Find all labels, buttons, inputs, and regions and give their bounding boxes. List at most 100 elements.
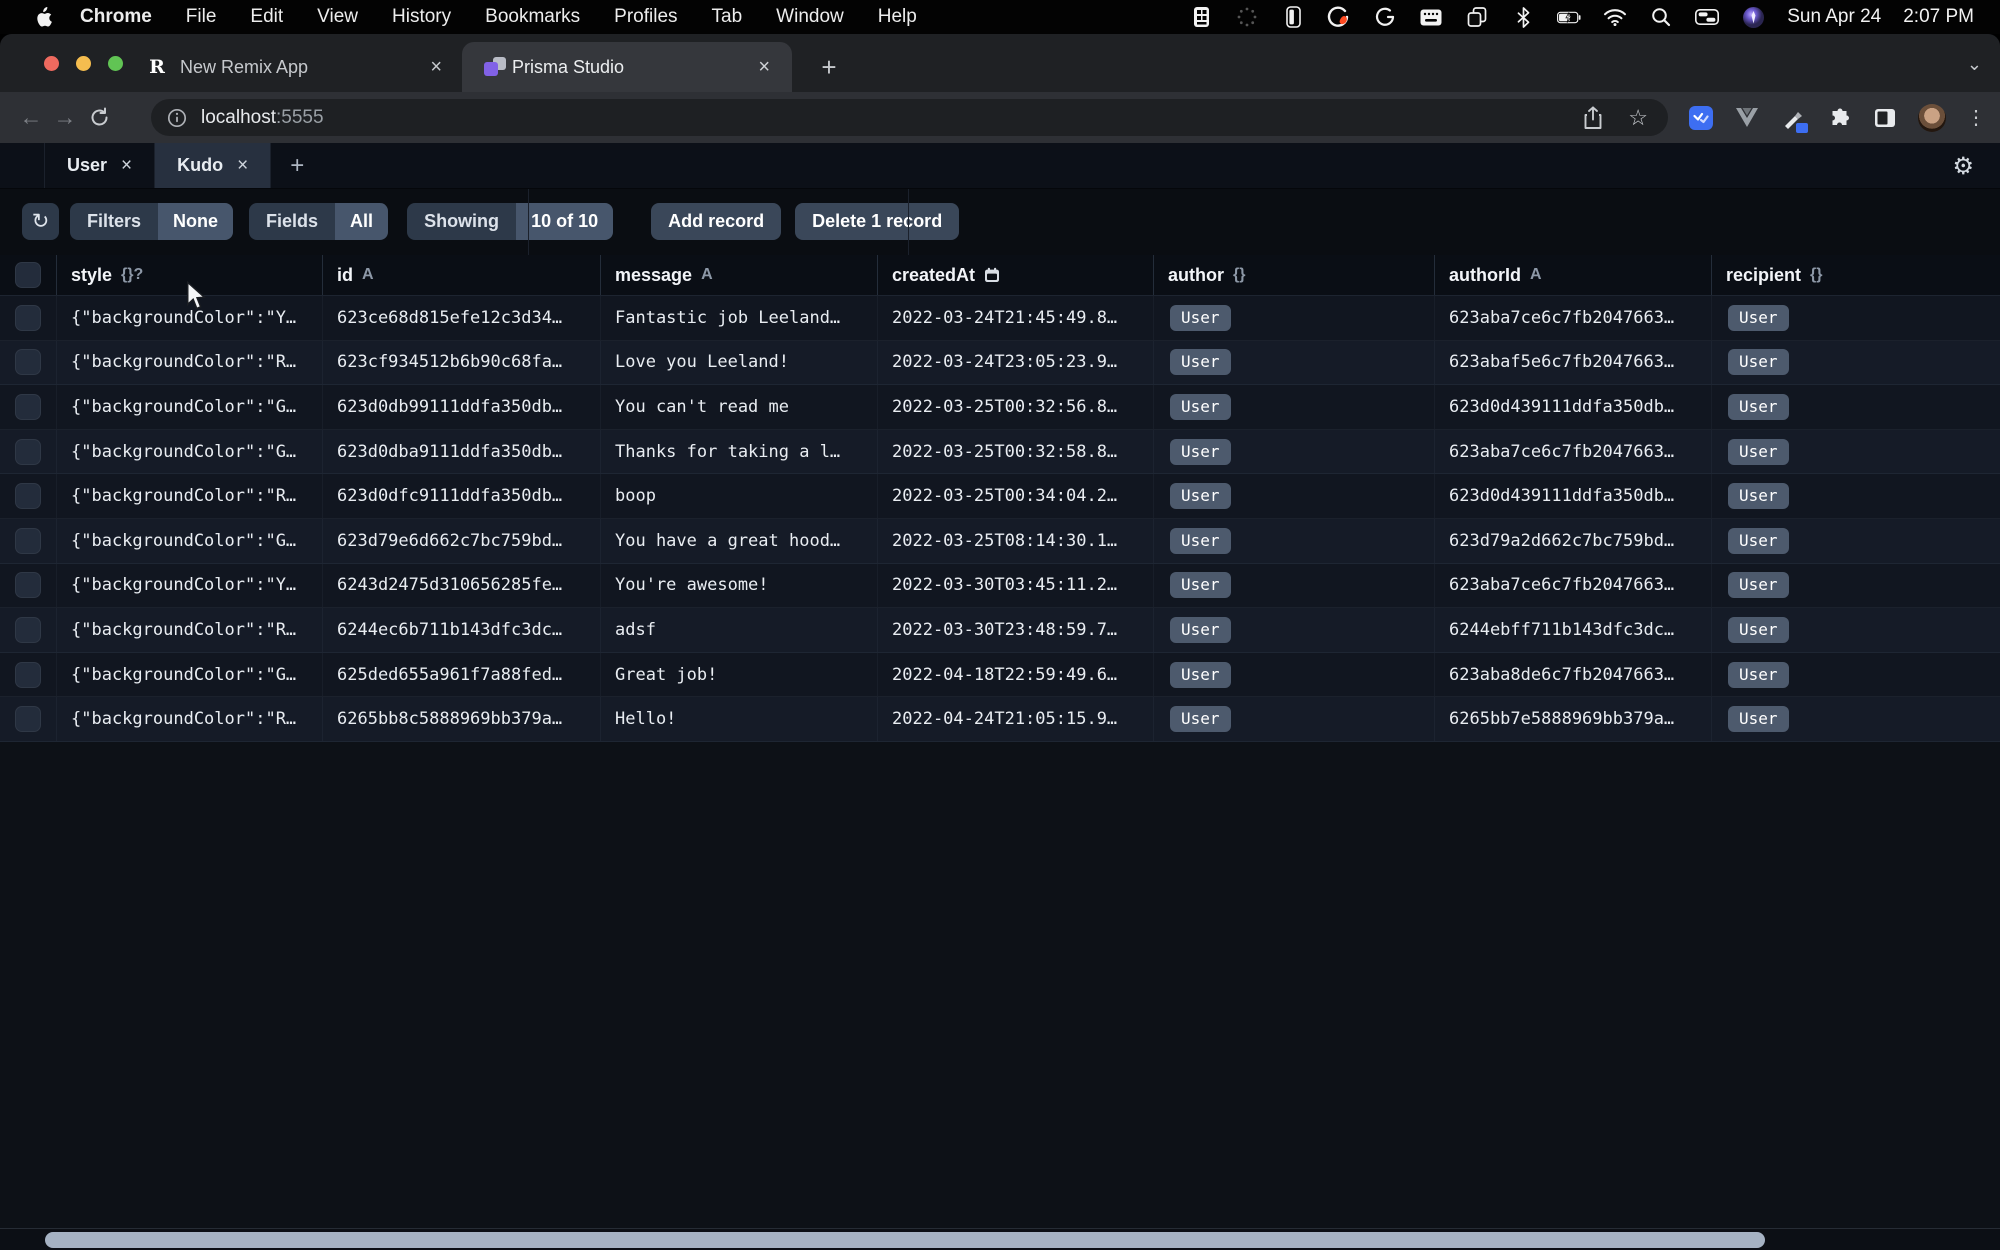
- relation-badge[interactable]: User: [1170, 662, 1231, 688]
- profile-avatar[interactable]: [1918, 104, 1946, 132]
- model-tab-close-icon[interactable]: ×: [237, 155, 248, 177]
- cell-id[interactable]: 625ded655a961f7a88fed…: [322, 653, 600, 697]
- control-center-icon[interactable]: [1695, 5, 1719, 29]
- add-model-tab-button[interactable]: +: [271, 143, 323, 188]
- tab-close-icon[interactable]: ×: [424, 55, 448, 79]
- cell-authorid[interactable]: 623aba7ce6c7fb2047663…: [1434, 296, 1711, 340]
- relation-badge[interactable]: User: [1170, 572, 1231, 598]
- settings-gear-icon[interactable]: ⚙: [1952, 143, 1974, 189]
- cell-style[interactable]: {"backgroundColor":"G…: [56, 519, 322, 563]
- table-row[interactable]: {"backgroundColor":"R…6244ec6b711b143dfc…: [0, 608, 2000, 653]
- fields-control[interactable]: Fields All: [249, 203, 388, 240]
- menubar-item-edit[interactable]: Edit: [250, 6, 283, 28]
- menubar-clock[interactable]: 2:07 PM: [1903, 6, 1974, 28]
- relation-badge[interactable]: User: [1170, 349, 1231, 375]
- browser-menu-icon[interactable]: ⋮: [1966, 105, 1986, 130]
- cell-message[interactable]: Thanks for taking a l…: [600, 430, 877, 474]
- relation-badge[interactable]: User: [1728, 394, 1789, 420]
- row-checkbox[interactable]: [15, 439, 41, 465]
- new-tab-button[interactable]: +: [812, 50, 846, 84]
- cell-message[interactable]: Great job!: [600, 653, 877, 697]
- table-row[interactable]: {"backgroundColor":"R…623d0dfc9111ddfa35…: [0, 474, 2000, 519]
- relation-badge[interactable]: User: [1728, 483, 1789, 509]
- menubar-item-file[interactable]: File: [186, 6, 217, 28]
- table-row[interactable]: {"backgroundColor":"Y…623ce68d815efe12c3…: [0, 296, 2000, 341]
- keyboard-icon[interactable]: [1419, 5, 1443, 29]
- model-tab-close-icon[interactable]: ×: [121, 155, 132, 177]
- column-header-id[interactable]: idA: [322, 255, 600, 295]
- copy-windows-icon[interactable]: [1465, 5, 1489, 29]
- side-panel-icon[interactable]: [1872, 105, 1898, 131]
- horizontal-scrollbar[interactable]: [0, 1228, 2000, 1250]
- row-checkbox[interactable]: [15, 528, 41, 554]
- relation-badge[interactable]: User: [1170, 706, 1231, 732]
- cell-createdat[interactable]: 2022-03-25T00:32:56.8…: [877, 385, 1153, 429]
- relation-badge[interactable]: User: [1170, 483, 1231, 509]
- address-bar[interactable]: localhost:5555 ☆: [151, 99, 1668, 136]
- row-checkbox[interactable]: [15, 349, 41, 375]
- zoom-window-button[interactable]: [108, 56, 123, 71]
- relation-badge[interactable]: User: [1170, 394, 1231, 420]
- cell-style[interactable]: {"backgroundColor":"G…: [56, 385, 322, 429]
- tab-close-icon[interactable]: ×: [752, 55, 776, 79]
- cell-authorid[interactable]: 623aba7ce6c7fb2047663…: [1434, 564, 1711, 608]
- cell-message[interactable]: Love you Leeland!: [600, 341, 877, 385]
- table-row[interactable]: {"backgroundColor":"G…625ded655a961f7a88…: [0, 653, 2000, 698]
- relation-badge[interactable]: User: [1728, 572, 1789, 598]
- relation-badge[interactable]: User: [1728, 617, 1789, 643]
- bluetooth-icon[interactable]: [1511, 5, 1535, 29]
- cell-id[interactable]: 623d79e6d662c7bc759bd…: [322, 519, 600, 563]
- relation-badge[interactable]: User: [1728, 305, 1789, 331]
- table-row[interactable]: {"backgroundColor":"G…623d79e6d662c7bc75…: [0, 519, 2000, 564]
- table-row[interactable]: {"backgroundColor":"Y…6243d2475d31065628…: [0, 564, 2000, 609]
- cell-authorid[interactable]: 623abaf5e6c7fb2047663…: [1434, 341, 1711, 385]
- cell-authorid[interactable]: 623aba8de6c7fb2047663…: [1434, 653, 1711, 697]
- menubar-item-help[interactable]: Help: [878, 6, 917, 28]
- cell-authorid[interactable]: 623d0d439111ddfa350db…: [1434, 474, 1711, 518]
- row-checkbox[interactable]: [15, 662, 41, 688]
- cell-createdat[interactable]: 2022-03-24T23:05:23.9…: [877, 341, 1153, 385]
- model-tab-kudo[interactable]: Kudo ×: [155, 143, 271, 188]
- column-header-createdAt[interactable]: createdAt: [877, 255, 1153, 295]
- cell-message[interactable]: boop: [600, 474, 877, 518]
- table-row[interactable]: {"backgroundColor":"G…623d0dba9111ddfa35…: [0, 430, 2000, 475]
- row-checkbox[interactable]: [15, 394, 41, 420]
- site-info-icon[interactable]: [167, 108, 187, 128]
- menubar-item-view[interactable]: View: [317, 6, 358, 28]
- cell-id[interactable]: 6265bb8c5888969bb379a…: [322, 697, 600, 741]
- cell-authorid[interactable]: 623d79a2d662c7bc759bd…: [1434, 519, 1711, 563]
- row-checkbox[interactable]: [15, 305, 41, 331]
- filters-control[interactable]: Filters None: [70, 203, 233, 240]
- cell-style[interactable]: {"backgroundColor":"R…: [56, 341, 322, 385]
- cell-authorid[interactable]: 6265bb7e5888969bb379a…: [1434, 697, 1711, 741]
- cell-message[interactable]: You have a great hood…: [600, 519, 877, 563]
- battery-charging-icon[interactable]: [1557, 5, 1581, 29]
- circular-arrow-icon[interactable]: [1373, 5, 1397, 29]
- scrollbar-thumb[interactable]: [45, 1232, 1765, 1248]
- password-manager-extension-icon[interactable]: [1688, 105, 1714, 131]
- relation-badge[interactable]: User: [1728, 349, 1789, 375]
- cell-id[interactable]: 623d0dba9111ddfa350db…: [322, 430, 600, 474]
- relation-badge[interactable]: User: [1728, 662, 1789, 688]
- share-icon[interactable]: [1580, 105, 1606, 131]
- cell-id[interactable]: 623d0dfc9111ddfa350db…: [322, 474, 600, 518]
- relation-badge[interactable]: User: [1170, 305, 1231, 331]
- back-button[interactable]: ←: [14, 101, 48, 135]
- cell-message[interactable]: You're awesome!: [600, 564, 877, 608]
- cell-style[interactable]: {"backgroundColor":"G…: [56, 653, 322, 697]
- menubar-item-profiles[interactable]: Profiles: [614, 6, 677, 28]
- cell-createdat[interactable]: 2022-03-25T00:32:58.8…: [877, 430, 1153, 474]
- table-row[interactable]: {"backgroundColor":"R…6265bb8c5888969bb3…: [0, 697, 2000, 742]
- relation-badge[interactable]: User: [1170, 439, 1231, 465]
- relation-badge[interactable]: User: [1728, 528, 1789, 554]
- cell-style[interactable]: {"backgroundColor":"Y…: [56, 564, 322, 608]
- cell-id[interactable]: 623ce68d815efe12c3d34…: [322, 296, 600, 340]
- cell-createdat[interactable]: 2022-03-24T21:45:49.8…: [877, 296, 1153, 340]
- filmstrip-icon[interactable]: [1189, 5, 1213, 29]
- url-text[interactable]: localhost:5555: [201, 107, 324, 129]
- vue-devtools-extension-icon[interactable]: [1734, 105, 1760, 131]
- forward-button[interactable]: →: [48, 101, 82, 135]
- display-icon[interactable]: [1281, 5, 1305, 29]
- cell-authorid[interactable]: 623d0d439111ddfa350db…: [1434, 385, 1711, 429]
- menubar-item-chrome[interactable]: Chrome: [80, 6, 152, 28]
